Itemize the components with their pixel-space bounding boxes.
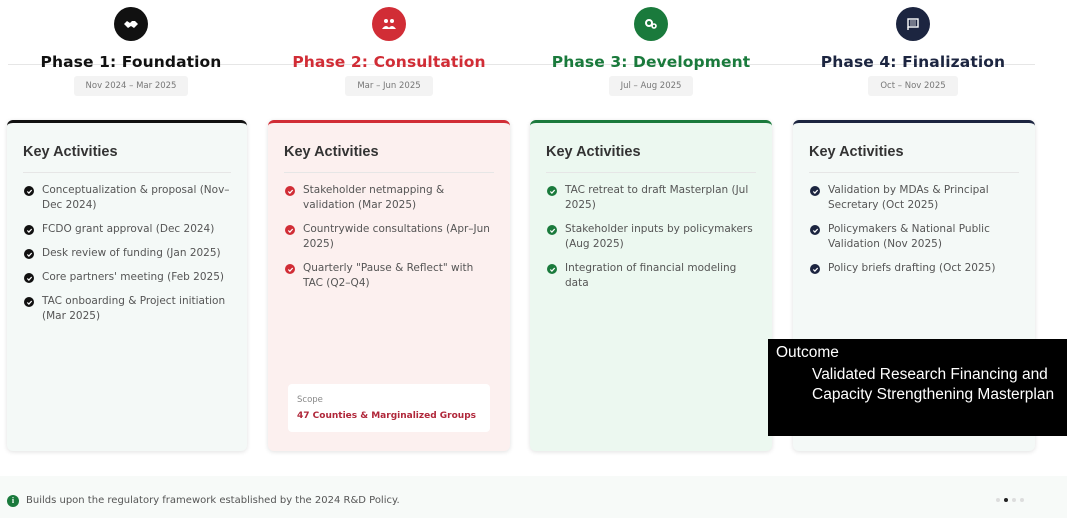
page-dot-active[interactable]: [1004, 498, 1008, 502]
activity-text: TAC onboarding & Project initiation (Mar…: [42, 295, 226, 322]
list-item: Stakeholder inputs by policymakers (Aug …: [546, 222, 756, 252]
list-item: FCDO grant approval (Dec 2024): [23, 222, 231, 237]
phase-header-4: Phase 4: Finalization Oct – Nov 2025: [782, 0, 1044, 96]
outcome-box: Outcome Validated Research Financing and…: [768, 339, 1067, 436]
phase-title: Phase 1: Foundation: [40, 53, 222, 71]
footer-note: Builds upon the regulatory framework est…: [26, 495, 400, 506]
activity-text: Validation by MDAs & Principal Secretary…: [828, 184, 989, 211]
scope-box: Scope 47 Counties & Marginalized Groups: [288, 384, 490, 432]
activity-text: Core partners' meeting (Feb 2025): [42, 271, 224, 283]
check-icon: [547, 264, 557, 274]
people-icon: [372, 7, 406, 41]
list-item: TAC onboarding & Project initiation (Mar…: [23, 294, 231, 324]
phase-header-3: Phase 3: Development Jul – Aug 2025: [520, 0, 782, 96]
list-item: Policy briefs drafting (Oct 2025): [809, 261, 1019, 276]
check-icon: [285, 264, 295, 274]
pagination-dots: [996, 498, 1024, 502]
check-icon: [24, 186, 34, 196]
activity-text: Conceptualization & proposal (Nov–Dec 20…: [42, 184, 230, 211]
card-heading: Key Activities: [546, 144, 756, 173]
phase-header-2: Phase 2: Consultation Mar – Jun 2025: [258, 0, 520, 96]
phase-dates: Oct – Nov 2025: [868, 76, 958, 96]
phase-title: Phase 3: Development: [551, 53, 751, 71]
info-icon: i: [7, 495, 19, 507]
activity-text: Stakeholder inputs by policymakers (Aug …: [565, 223, 753, 250]
list-item: Validation by MDAs & Principal Secretary…: [809, 183, 1019, 213]
list-item: Policymakers & National Public Validatio…: [809, 222, 1019, 252]
phase-dates: Mar – Jun 2025: [345, 76, 433, 96]
page-dot[interactable]: [1012, 498, 1016, 502]
handshake-icon: [114, 7, 148, 41]
activity-list: Conceptualization & proposal (Nov–Dec 20…: [23, 183, 231, 324]
card-heading: Key Activities: [23, 144, 231, 173]
phase-title: Phase 2: Consultation: [292, 53, 486, 71]
footer-bar: i Builds upon the regulatory framework e…: [0, 476, 1067, 518]
activity-list: Validation by MDAs & Principal Secretary…: [809, 183, 1019, 276]
activity-list: Stakeholder netmapping & validation (Mar…: [284, 183, 494, 291]
list-item: Integration of financial modeling data: [546, 261, 756, 291]
check-icon: [285, 186, 295, 196]
check-icon: [810, 186, 820, 196]
activity-text: Policy briefs drafting (Oct 2025): [828, 262, 996, 274]
check-icon: [810, 264, 820, 274]
check-icon: [24, 225, 34, 235]
list-item: Quarterly "Pause & Reflect" with TAC (Q2…: [284, 261, 494, 291]
phase-dates: Nov 2024 – Mar 2025: [73, 76, 189, 96]
card-heading: Key Activities: [809, 144, 1019, 173]
list-item: TAC retreat to draft Masterplan (Jul 202…: [546, 183, 756, 213]
phase-dates: Jul – Aug 2025: [608, 76, 694, 96]
scope-value: 47 Counties & Marginalized Groups: [297, 411, 477, 421]
phase-header-1: Phase 1: Foundation Nov 2024 – Mar 2025: [0, 0, 262, 96]
activity-text: Policymakers & National Public Validatio…: [828, 223, 990, 250]
check-icon: [547, 186, 557, 196]
activity-text: TAC retreat to draft Masterplan (Jul 202…: [565, 184, 749, 211]
list-item: Stakeholder netmapping & validation (Mar…: [284, 183, 494, 213]
activity-text: Stakeholder netmapping & validation (Mar…: [303, 184, 445, 211]
activity-text: Quarterly "Pause & Reflect" with TAC (Q2…: [303, 262, 474, 289]
activity-text: Integration of financial modeling data: [565, 262, 737, 289]
gears-icon: [634, 7, 668, 41]
list-item: Countrywide consultations (Apr–Jun 2025): [284, 222, 494, 252]
outcome-text: Validated Research Financing and Capacit…: [812, 366, 1055, 403]
check-icon: [24, 273, 34, 283]
page-dot[interactable]: [1020, 498, 1024, 502]
check-icon: [24, 249, 34, 259]
activity-text: Desk review of funding (Jan 2025): [42, 247, 221, 259]
flag-icon: [896, 7, 930, 41]
activity-text: Countrywide consultations (Apr–Jun 2025): [303, 223, 490, 250]
page-dot[interactable]: [996, 498, 1000, 502]
list-item: Conceptualization & proposal (Nov–Dec 20…: [23, 183, 231, 213]
check-icon: [285, 225, 295, 235]
scope-label: Scope: [297, 395, 323, 405]
check-icon: [547, 225, 557, 235]
activity-text: FCDO grant approval (Dec 2024): [42, 223, 215, 235]
check-icon: [810, 225, 820, 235]
phase-card-1: Key Activities Conceptualization & propo…: [7, 120, 247, 451]
phase-card-2: Key Activities Stakeholder netmapping & …: [268, 120, 510, 451]
list-item: Core partners' meeting (Feb 2025): [23, 270, 231, 285]
list-item: Desk review of funding (Jan 2025): [23, 246, 231, 261]
phase-card-3: Key Activities TAC retreat to draft Mast…: [530, 120, 772, 451]
phase-title: Phase 4: Finalization: [820, 53, 1006, 71]
card-heading: Key Activities: [284, 144, 494, 173]
activity-list: TAC retreat to draft Masterplan (Jul 202…: [546, 183, 756, 291]
outcome-label: Outcome: [776, 344, 839, 361]
check-icon: [24, 297, 34, 307]
